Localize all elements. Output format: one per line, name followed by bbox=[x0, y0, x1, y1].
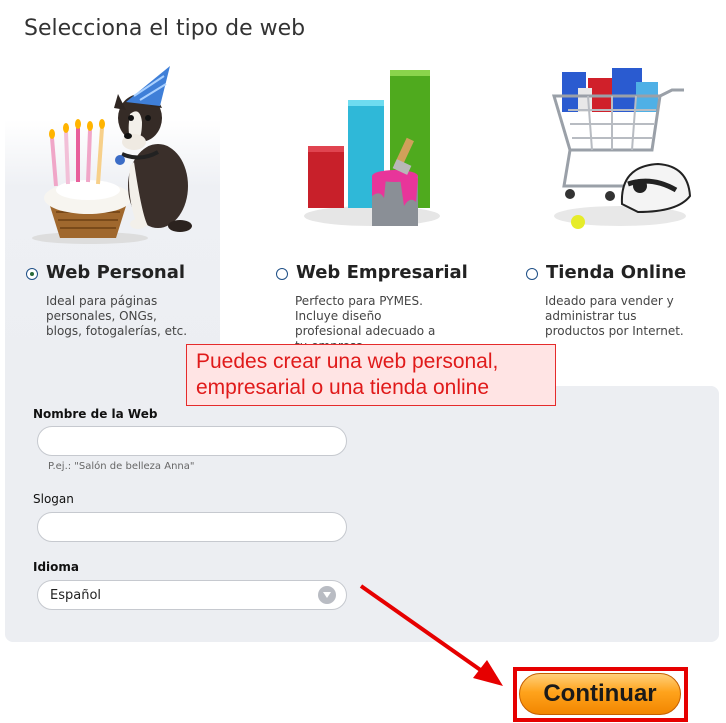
radio-web-personal[interactable] bbox=[26, 268, 38, 280]
language-label: Idioma bbox=[33, 560, 80, 574]
name-hint: P.ej.: "Salón de belleza Anna" bbox=[48, 461, 195, 472]
slogan-input[interactable] bbox=[37, 512, 347, 542]
slogan-label: Slogan bbox=[33, 492, 74, 506]
page-title: Selecciona el tipo de web bbox=[24, 16, 306, 41]
name-label: Nombre de la Web bbox=[33, 407, 158, 421]
annotation-line-1: Puedes crear una web personal, bbox=[196, 350, 499, 373]
radio-web-empresarial[interactable] bbox=[276, 268, 288, 280]
language-select[interactable]: Español bbox=[37, 580, 347, 610]
bar-chart-paint-illustration bbox=[304, 70, 440, 226]
option-description-web-personal: Ideal para páginas personales, ONGs, blo… bbox=[46, 294, 188, 338]
option-title-web-empresarial: Web Empresarial bbox=[296, 262, 468, 283]
option-title-web-personal: Web Personal bbox=[46, 262, 186, 283]
red-arrow-icon bbox=[359, 584, 503, 686]
option-tienda-online[interactable]: Tienda Online bbox=[526, 262, 686, 283]
option-description-tienda-online: Ideado para vender y administrar tus pro… bbox=[545, 294, 684, 338]
dog-cupcake-illustration bbox=[32, 66, 192, 244]
shopping-cart-illustration bbox=[551, 68, 692, 229]
language-select-value: Español bbox=[50, 587, 102, 603]
annotation-callout: Puedes crear una web personal, empresari… bbox=[186, 344, 556, 406]
annotation-line-2: empresarial o una tienda online bbox=[196, 376, 490, 399]
continue-button[interactable]: Continuar bbox=[519, 673, 681, 715]
name-input[interactable] bbox=[37, 426, 347, 456]
option-web-empresarial[interactable]: Web Empresarial bbox=[276, 262, 468, 283]
option-web-personal[interactable]: Web Personal bbox=[26, 262, 185, 283]
radio-tienda-online[interactable] bbox=[526, 268, 538, 280]
option-title-tienda-online: Tienda Online bbox=[546, 262, 687, 283]
chevron-down-icon bbox=[318, 586, 336, 604]
